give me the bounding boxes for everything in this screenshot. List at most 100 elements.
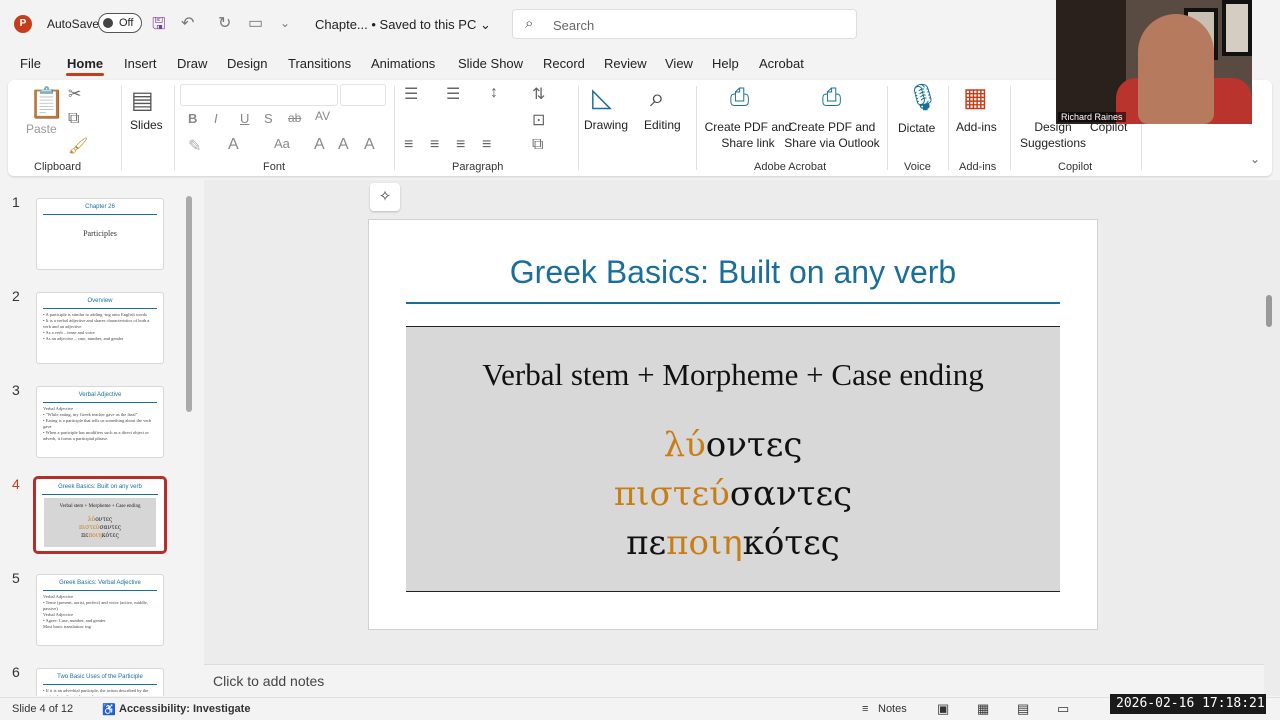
slide-thumbnail-4[interactable]: Greek Basics: Built on any verb Verbal s…: [33, 476, 167, 554]
underline-icon[interactable]: U: [240, 111, 249, 126]
accessibility-status[interactable]: Accessibility: Investigate: [119, 703, 250, 715]
tab-home[interactable]: Home: [67, 56, 103, 71]
align-center-icon[interactable]: ≡: [430, 136, 439, 154]
increase-font-icon[interactable]: A: [314, 136, 325, 154]
tab-review[interactable]: Review: [604, 56, 647, 71]
tab-transitions[interactable]: Transitions: [288, 56, 351, 71]
thumb-title: Overview: [87, 298, 113, 304]
clear-formatting-icon[interactable]: A: [364, 136, 375, 154]
toggle-knob: [103, 18, 113, 28]
change-case-icon[interactable]: Aa: [274, 136, 290, 151]
add-ins-icon[interactable]: ▦: [963, 82, 988, 113]
separator: [121, 86, 122, 170]
font-group-label: Font: [263, 161, 286, 173]
font-size-select[interactable]: [340, 84, 386, 106]
editing-label[interactable]: Editing: [644, 117, 681, 133]
slides-label[interactable]: Slides: [130, 117, 163, 133]
align-text-icon[interactable]: ⊡: [532, 110, 545, 130]
tab-slide-show[interactable]: Slide Show: [458, 56, 523, 71]
slide-thumbnail-1[interactable]: Chapter 26 Participles: [36, 198, 164, 270]
accessibility-icon[interactable]: ♿: [102, 703, 116, 716]
editor-scrollbar[interactable]: [1266, 295, 1272, 327]
bullets-icon[interactable]: ☰: [404, 84, 418, 104]
normal-view-icon[interactable]: ▣: [937, 701, 949, 717]
thumb-rule: [42, 494, 158, 495]
slide-thumbnail-3[interactable]: Verbal Adjective Verbal Adjective • "Whi…: [36, 386, 164, 458]
slide-thumbnail-6[interactable]: Two Basic Uses of the Participle • If it…: [36, 668, 164, 696]
autosave-toggle[interactable]: Off: [98, 13, 142, 33]
document-title[interactable]: Chapte... • Saved to this PC ⌄: [315, 17, 491, 33]
verb-stem: πιστεύ: [613, 474, 730, 514]
slide-count: Slide 4 of 12: [12, 703, 74, 715]
slide-sorter-icon[interactable]: ▦: [977, 701, 989, 717]
strikethrough-icon[interactable]: ab: [288, 111, 301, 125]
smartart-icon[interactable]: ⧉: [532, 136, 543, 154]
italic-icon[interactable]: I: [214, 111, 218, 126]
line-spacing-icon[interactable]: ↕: [490, 84, 498, 102]
create-pdf-icon[interactable]: ⎙: [730, 84, 749, 112]
customize-toolbar-icon[interactable]: ⌄: [280, 16, 290, 30]
present-icon[interactable]: ▭: [248, 13, 263, 33]
current-slide[interactable]: Greek Basics: Built on any verb Verbal s…: [368, 219, 1098, 630]
notes-icon[interactable]: ≡: [862, 703, 868, 715]
tab-acrobat[interactable]: Acrobat: [759, 56, 804, 71]
font-family-select[interactable]: [180, 84, 338, 106]
create-pdf-outlook-icon[interactable]: ⎙: [822, 84, 841, 112]
dictate-label[interactable]: Dictate: [898, 120, 935, 136]
bold-icon[interactable]: B: [188, 111, 197, 126]
collapse-ribbon-icon[interactable]: ⌄: [1250, 152, 1260, 166]
redo-icon[interactable]: ↻: [218, 13, 231, 33]
align-right-icon[interactable]: ≡: [456, 136, 465, 154]
slide-thumbnail-5[interactable]: Greek Basics: Verbal Adjective Verbal Ad…: [36, 574, 164, 646]
decrease-font-icon[interactable]: A: [338, 136, 349, 154]
tab-insert[interactable]: Insert: [124, 56, 157, 71]
notes-button[interactable]: Notes: [878, 703, 907, 715]
new-slide-icon[interactable]: ▤: [131, 86, 154, 115]
webcam-overlay: Richard Raines: [1056, 0, 1252, 124]
thumb-rule: [43, 684, 157, 685]
editing-icon[interactable]: ⌕: [650, 82, 665, 114]
numbering-icon[interactable]: ☰: [446, 84, 460, 104]
character-spacing-icon[interactable]: AV: [315, 109, 330, 123]
slideshow-view-icon[interactable]: ▭: [1057, 701, 1069, 717]
webcam-name: Richard Raines: [1058, 112, 1126, 122]
font-color-icon[interactable]: A: [228, 136, 239, 154]
shadow-icon[interactable]: S: [264, 111, 273, 126]
create-pdf-outlook-button[interactable]: Create PDF and Share via Outlook: [782, 119, 882, 151]
reading-view-icon[interactable]: ▤: [1017, 701, 1029, 717]
align-left-icon[interactable]: ≡: [404, 136, 413, 154]
slide-title[interactable]: Greek Basics: Built on any verb: [369, 254, 1097, 291]
copy-icon[interactable]: ⧉: [68, 110, 79, 128]
tab-help[interactable]: Help: [712, 56, 739, 71]
tab-view[interactable]: View: [665, 56, 693, 71]
slide-thumbnail-2[interactable]: Overview • A participle is similar to ad…: [36, 292, 164, 364]
add-ins-button[interactable]: Add-ins: [956, 119, 997, 135]
thumb-number: 4: [12, 476, 20, 492]
slide-content-box[interactable]: Verbal stem + Morpheme + Case ending λύο…: [406, 326, 1060, 592]
text-direction-icon[interactable]: ⇅: [532, 84, 545, 104]
paste-icon[interactable]: 📋: [28, 86, 65, 121]
tab-design[interactable]: Design: [227, 56, 267, 71]
undo-icon[interactable]: ↶: [181, 13, 194, 33]
highlighter-icon[interactable]: ✎: [188, 136, 201, 156]
designer-sparkle-icon[interactable]: ✧: [370, 183, 400, 211]
microphone-icon[interactable]: 🎙: [906, 82, 939, 113]
tab-record[interactable]: Record: [543, 56, 585, 71]
format-painter-icon[interactable]: 🖌: [68, 136, 88, 156]
thumbnail-scrollbar[interactable]: [186, 196, 192, 412]
cut-icon[interactable]: ✂: [68, 84, 81, 104]
search-box[interactable]: ⌕ Search: [512, 9, 857, 39]
drawing-icon[interactable]: ◺: [592, 82, 612, 113]
tab-animations[interactable]: Animations: [371, 56, 435, 71]
thumb-title: Verbal Adjective: [78, 392, 122, 398]
slide-thumbnails-pane: 1 Chapter 26 Participles 2 Overview • A …: [0, 180, 200, 696]
powerpoint-logo-icon: P: [14, 15, 32, 33]
drawing-label[interactable]: Drawing: [584, 117, 628, 133]
formula-text: Verbal stem + Morpheme + Case ending: [482, 357, 984, 392]
notes-pane[interactable]: Click to add notes: [204, 664, 1264, 696]
justify-icon[interactable]: ≡: [482, 136, 491, 154]
tab-draw[interactable]: Draw: [177, 56, 207, 71]
separator: [887, 86, 888, 170]
tab-file[interactable]: File: [20, 56, 41, 71]
save-icon[interactable]: 🖫: [152, 13, 166, 40]
